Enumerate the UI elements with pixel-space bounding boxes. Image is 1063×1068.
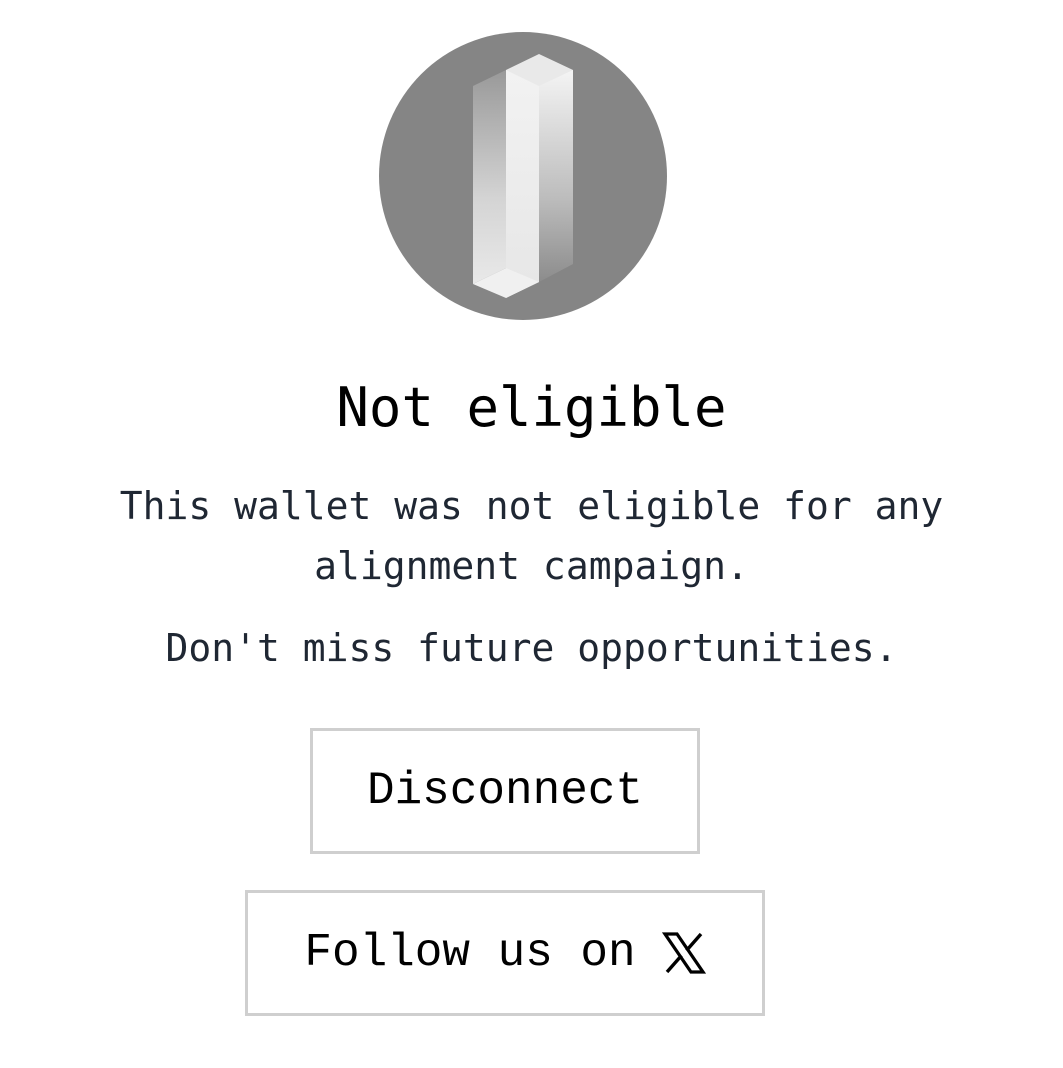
disconnect-button[interactable]: Disconnect (310, 728, 700, 854)
page-title: Not eligible (336, 376, 727, 439)
pillar-logo-icon (379, 32, 667, 320)
not-eligible-screen: Not eligible This wallet was not eligibl… (0, 0, 1063, 1068)
follow-on-x-button[interactable]: Follow us on (245, 890, 765, 1016)
x-logo-icon (661, 931, 706, 975)
eligibility-description: This wallet was not eligible for any ali… (119, 484, 944, 588)
future-opportunities-text: Don't miss future opportunities. (165, 626, 898, 670)
follow-button-label: Follow us on (304, 927, 636, 979)
disconnect-button-label: Disconnect (366, 765, 644, 817)
